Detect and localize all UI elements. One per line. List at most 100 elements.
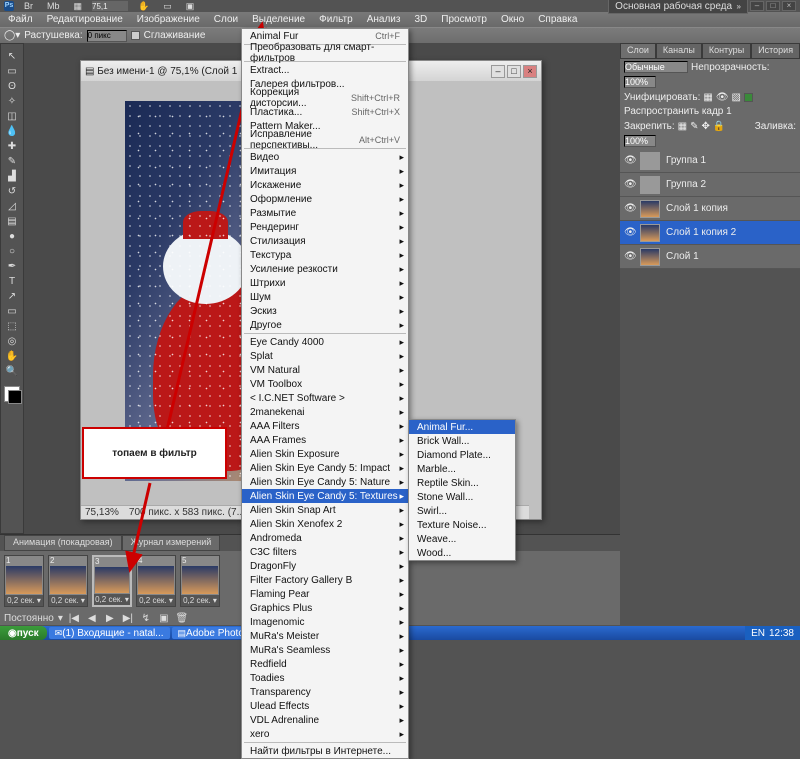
type-tool-icon[interactable]: T bbox=[3, 275, 21, 289]
submenu-item[interactable]: Animal Fur... bbox=[409, 420, 515, 434]
tab-history[interactable]: История bbox=[751, 43, 800, 59]
hand-icon[interactable]: ✋ bbox=[134, 1, 153, 12]
menu-item[interactable]: MuRa's Meister bbox=[242, 629, 408, 643]
frame[interactable]: 10,2 сек. ▾ bbox=[4, 555, 44, 607]
menu-view[interactable]: Просмотр bbox=[435, 13, 493, 26]
menu-item[interactable]: Другое bbox=[242, 318, 408, 332]
menu-item[interactable]: DragonFly bbox=[242, 559, 408, 573]
minimize-button[interactable]: – bbox=[750, 1, 764, 11]
menu-item[interactable]: Alien Skin Xenofex 2 bbox=[242, 517, 408, 531]
menu-item[interactable]: Extract... bbox=[242, 63, 408, 77]
submenu-item[interactable]: Stone Wall... bbox=[409, 490, 515, 504]
menu-item[interactable]: Toadies bbox=[242, 671, 408, 685]
brush-tool-icon[interactable]: ✎ bbox=[3, 155, 21, 169]
tab-animation[interactable]: Анимация (покадровая) bbox=[4, 535, 122, 551]
del-frame-button[interactable]: 🗑 bbox=[175, 613, 189, 624]
menu-item[interactable]: Шум bbox=[242, 290, 408, 304]
menu-item[interactable]: Стилизация bbox=[242, 234, 408, 248]
eraser-tool-icon[interactable]: ◿ bbox=[3, 200, 21, 214]
layer-row[interactable]: 👁Слой 1 копия bbox=[620, 197, 800, 221]
hand-tool-icon[interactable]: ✋ bbox=[3, 350, 21, 364]
taskbar-item-mail[interactable]: ✉ (1) Входящие - natal... bbox=[49, 627, 170, 639]
opacity-input[interactable] bbox=[624, 76, 656, 88]
loop-select[interactable]: Постоянно bbox=[4, 613, 54, 624]
submenu-item[interactable]: Wood... bbox=[409, 546, 515, 560]
dodge-tool-icon[interactable]: ○ bbox=[3, 245, 21, 259]
menu-item[interactable]: Filter Factory Gallery B bbox=[242, 573, 408, 587]
submenu-item[interactable]: Texture Noise... bbox=[409, 518, 515, 532]
menu-window[interactable]: Окно bbox=[495, 13, 530, 26]
tab-paths[interactable]: Контуры bbox=[702, 43, 751, 59]
stamp-tool-icon[interactable]: ▟ bbox=[3, 170, 21, 184]
frame-delay[interactable]: 0,2 сек. ▾ bbox=[49, 595, 87, 606]
menu-filter[interactable]: Фильтр bbox=[313, 13, 359, 26]
menu-item[interactable]: Усиление резкости bbox=[242, 262, 408, 276]
close-button[interactable]: × bbox=[782, 1, 796, 11]
menu-item[interactable]: Graphics Plus bbox=[242, 601, 408, 615]
menu-3d[interactable]: 3D bbox=[408, 13, 433, 26]
menu-item[interactable]: Искажение bbox=[242, 178, 408, 192]
fill-input[interactable] bbox=[624, 135, 656, 147]
submenu-item[interactable]: Marble... bbox=[409, 462, 515, 476]
menu-item[interactable]: Flaming Pear bbox=[242, 587, 408, 601]
menu-item[interactable]: Штрихи bbox=[242, 276, 408, 290]
menu-item[interactable]: Коррекция дисторсии...Shift+Ctrl+R bbox=[242, 91, 408, 105]
next-frame-button[interactable]: ▶| bbox=[121, 613, 135, 624]
gradient-tool-icon[interactable]: ▤ bbox=[3, 215, 21, 229]
doc-close-button[interactable]: × bbox=[523, 65, 537, 78]
arrange-docs-icon[interactable]: ▭ bbox=[159, 1, 176, 12]
start-button[interactable]: ◉ пуск bbox=[0, 626, 47, 640]
zoom-tool-icon[interactable]: 🔍 bbox=[3, 365, 21, 379]
menu-item[interactable]: Исправление перспективы...Alt+Ctrl+V bbox=[242, 133, 408, 147]
crop-tool-icon[interactable]: ◫ bbox=[3, 110, 21, 124]
visibility-icon[interactable]: 👁 bbox=[624, 251, 634, 262]
blur-tool-icon[interactable]: ● bbox=[3, 230, 21, 244]
doc-maximize-button[interactable]: □ bbox=[507, 65, 521, 78]
menu-item[interactable]: VM Natural bbox=[242, 363, 408, 377]
menu-item[interactable]: Имитация bbox=[242, 164, 408, 178]
menu-item[interactable]: Найти фильтры в Интернете... bbox=[242, 744, 408, 758]
pen-tool-icon[interactable]: ✒ bbox=[3, 260, 21, 274]
screen-mode-icon[interactable]: ▣ bbox=[182, 1, 199, 12]
menu-item[interactable]: AAA Frames bbox=[242, 433, 408, 447]
frame[interactable]: 20,2 сек. ▾ bbox=[48, 555, 88, 607]
menu-item[interactable]: xero bbox=[242, 727, 408, 741]
frame-delay[interactable]: 0,2 сек. ▾ bbox=[181, 595, 219, 606]
menu-item[interactable]: Transparency bbox=[242, 685, 408, 699]
menu-item[interactable]: Redfield bbox=[242, 657, 408, 671]
menu-item[interactable]: Andromeda bbox=[242, 531, 408, 545]
submenu-item[interactable]: Brick Wall... bbox=[409, 434, 515, 448]
frame[interactable]: 30,2 сек. ▾ bbox=[92, 555, 132, 607]
maximize-button[interactable]: □ bbox=[766, 1, 780, 11]
lock-all-icon[interactable]: 🔒 bbox=[713, 121, 725, 132]
layer-row[interactable]: 👁Группа 1 bbox=[620, 149, 800, 173]
visibility-icon[interactable]: 👁 bbox=[624, 203, 634, 214]
menu-item[interactable]: 2manekenai bbox=[242, 405, 408, 419]
tab-measurement[interactable]: Журнал измерений bbox=[122, 535, 221, 551]
menu-item[interactable]: Alien Skin Eye Candy 5: Nature bbox=[242, 475, 408, 489]
zoom-input[interactable] bbox=[92, 1, 128, 11]
menu-item[interactable]: < I.C.NET Software > bbox=[242, 391, 408, 405]
unify-pos-icon[interactable]: ▦ bbox=[703, 92, 712, 103]
layer-row[interactable]: 👁Слой 1 копия 2 bbox=[620, 221, 800, 245]
visibility-icon[interactable]: 👁 bbox=[624, 179, 634, 190]
menu-item[interactable]: VDL Adrenaline bbox=[242, 713, 408, 727]
blend-mode-select[interactable] bbox=[624, 61, 688, 73]
path-tool-icon[interactable]: ↗ bbox=[3, 290, 21, 304]
layer-row[interactable]: 👁Группа 2 bbox=[620, 173, 800, 197]
marquee-tool-icon[interactable]: ▭ bbox=[3, 65, 21, 79]
menu-edit[interactable]: Редактирование bbox=[41, 13, 129, 26]
submenu-item[interactable]: Swirl... bbox=[409, 504, 515, 518]
menu-file[interactable]: Файл bbox=[2, 13, 39, 26]
frame[interactable]: 50,2 сек. ▾ bbox=[180, 555, 220, 607]
3d-tool-icon[interactable]: ⬚ bbox=[3, 320, 21, 334]
visibility-icon[interactable]: 👁 bbox=[624, 227, 634, 238]
layer-row[interactable]: 👁Слой 1 bbox=[620, 245, 800, 269]
tween-button[interactable]: ↯ bbox=[139, 613, 153, 624]
heal-tool-icon[interactable]: ✚ bbox=[3, 140, 21, 154]
menu-item[interactable]: Пластика...Shift+Ctrl+X bbox=[242, 105, 408, 119]
unify-style-icon[interactable]: ▧ bbox=[732, 92, 741, 103]
lock-brush-icon[interactable]: ✎ bbox=[690, 121, 698, 132]
menu-select[interactable]: Выделение bbox=[246, 13, 311, 26]
menu-item[interactable]: VM Toolbox bbox=[242, 377, 408, 391]
